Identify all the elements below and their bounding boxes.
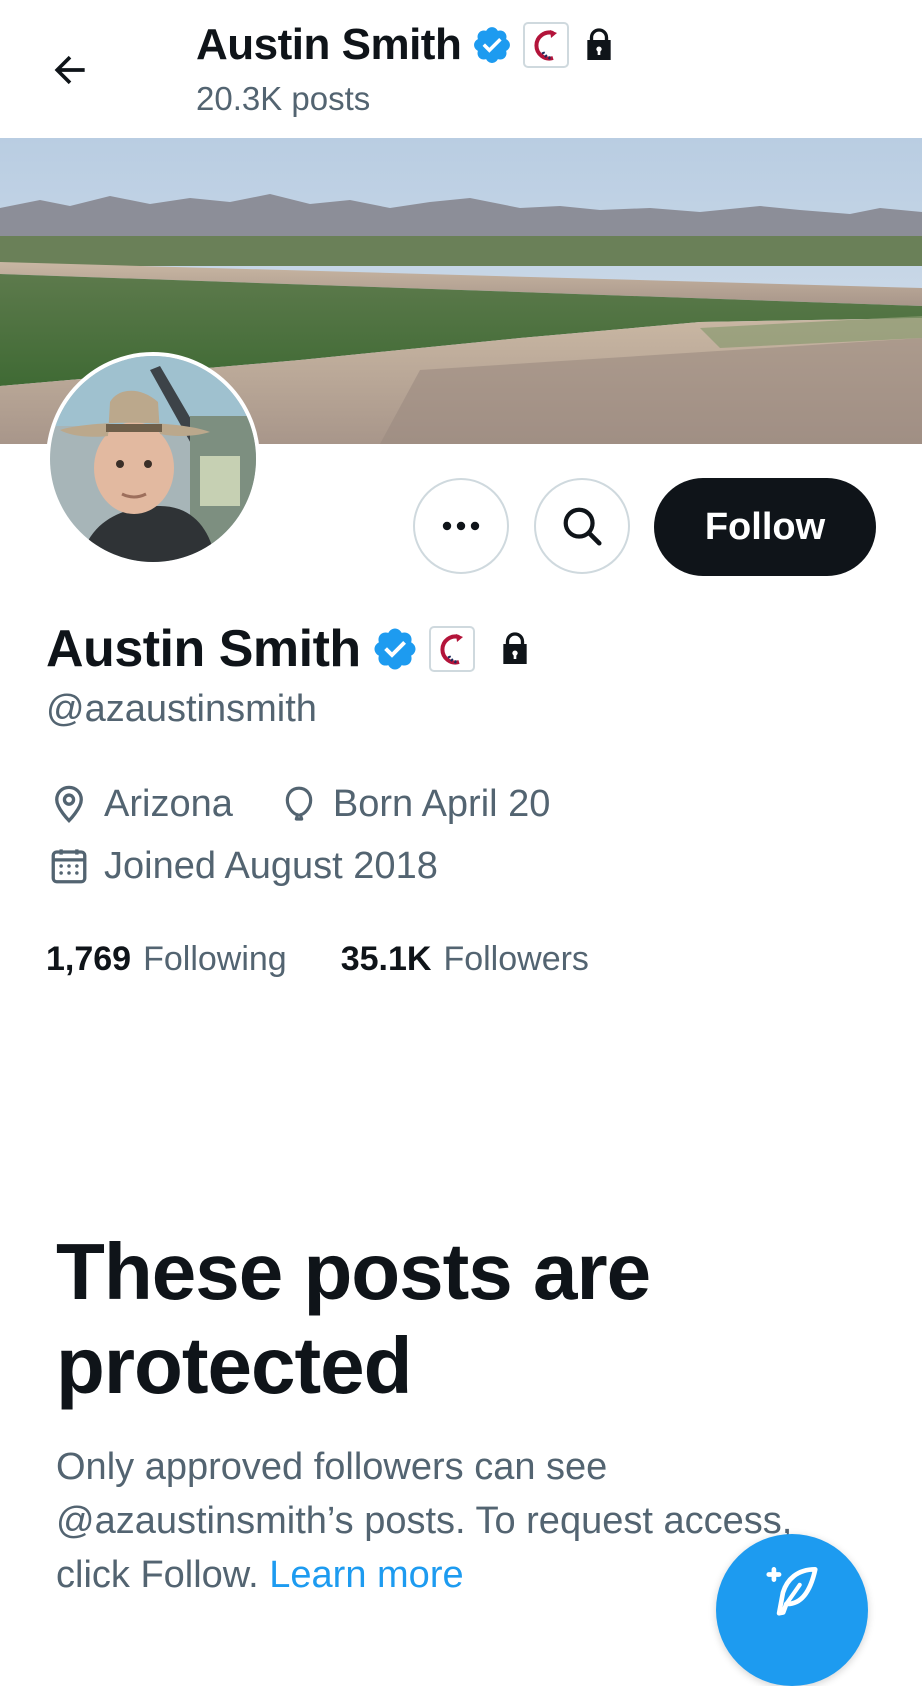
lock-icon bbox=[495, 627, 535, 671]
balloon-icon bbox=[285, 786, 313, 821]
followers-label: Followers bbox=[443, 939, 589, 978]
profile-handle: @azaustinsmith bbox=[46, 688, 317, 730]
search-profile-button[interactable] bbox=[534, 478, 630, 574]
more-options-button[interactable] bbox=[413, 478, 509, 574]
verified-badge-icon[interactable] bbox=[471, 24, 513, 66]
profile-meta-row-joined: Joined August 2018 bbox=[48, 840, 484, 892]
search-icon bbox=[563, 507, 602, 546]
joined-item: Joined August 2018 bbox=[48, 845, 438, 888]
followers-link[interactable]: 35.1K Followers bbox=[341, 940, 589, 979]
followers-count: 35.1K bbox=[340, 939, 432, 978]
follow-button[interactable]: Follow bbox=[654, 478, 876, 576]
learn-more-link[interactable]: Learn more bbox=[269, 1554, 463, 1596]
protected-posts-title: These posts are protected bbox=[56, 1227, 651, 1410]
header-posts-count: 20.3K posts bbox=[196, 80, 371, 117]
calendar-icon bbox=[51, 849, 87, 884]
verified-badge-icon[interactable] bbox=[371, 625, 419, 673]
header-display-name: Austin Smith bbox=[196, 20, 462, 69]
following-count: 1,769 bbox=[46, 939, 132, 978]
following-label: Following bbox=[143, 939, 287, 978]
profile-display-name: Austin Smith bbox=[46, 620, 361, 678]
following-link[interactable]: 1,769 Following bbox=[46, 940, 287, 979]
location-pin-icon bbox=[55, 785, 83, 823]
header-title-row: Austin Smith bbox=[196, 16, 619, 74]
birthday-item: Born April 20 bbox=[279, 782, 551, 826]
profile-name-row: Austin Smith bbox=[46, 618, 535, 680]
lock-icon bbox=[579, 24, 619, 66]
location-item: Arizona bbox=[48, 783, 233, 826]
affiliate-badge-icon[interactable] bbox=[523, 22, 570, 68]
profile-avatar[interactable] bbox=[46, 352, 260, 566]
affiliate-badge-icon[interactable] bbox=[428, 626, 475, 672]
compose-feather-icon bbox=[766, 1567, 818, 1616]
joined-text: Joined August 2018 bbox=[104, 844, 438, 887]
more-horizontal-icon bbox=[442, 521, 480, 531]
follow-stats-row: 1,769 Following 35.1K Followers bbox=[46, 936, 643, 982]
location-text: Arizona bbox=[104, 782, 233, 825]
birthday-text: Born April 20 bbox=[332, 782, 551, 825]
arrow-left-icon bbox=[54, 55, 85, 85]
profile-meta-row: Arizona Born April 20 bbox=[48, 778, 596, 830]
compose-post-button[interactable] bbox=[716, 1534, 868, 1686]
back-button[interactable] bbox=[44, 44, 96, 96]
